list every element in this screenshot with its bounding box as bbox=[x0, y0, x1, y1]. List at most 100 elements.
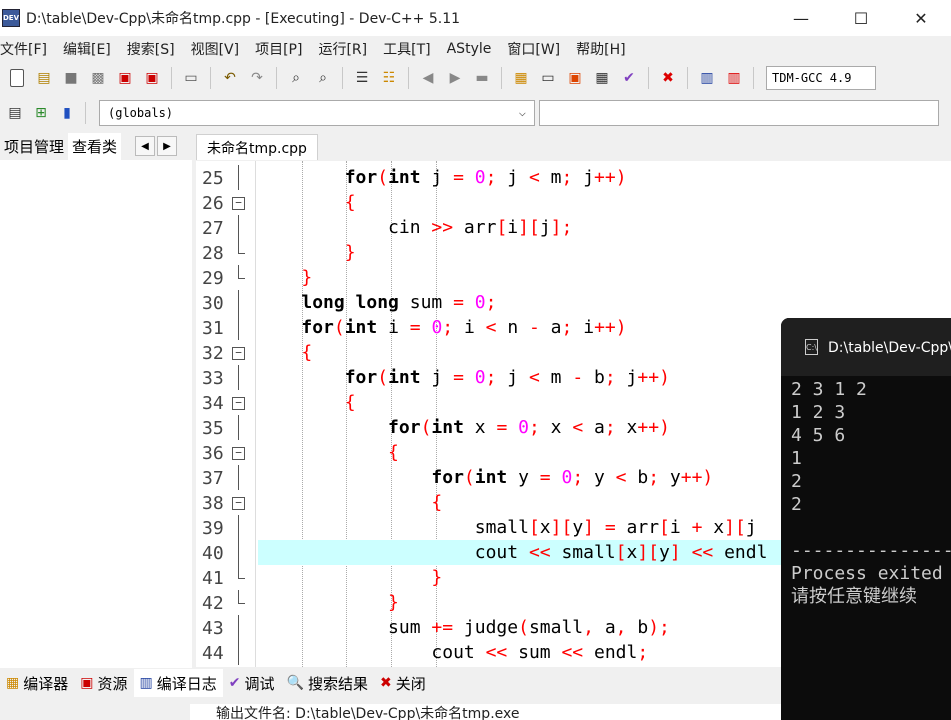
minimize-button[interactable]: — bbox=[771, 0, 831, 36]
maximize-button[interactable]: ☐ bbox=[831, 0, 891, 36]
console-window[interactable]: C:\ D:\table\Dev-Cpp\未命名tmp.exe 2 3 1 21… bbox=[781, 318, 951, 720]
line-number-row: 40 bbox=[196, 540, 256, 565]
add-to-project-icon[interactable]: ⊞ bbox=[30, 102, 52, 124]
undo-icon[interactable]: ↶ bbox=[219, 67, 241, 89]
fold-toggle-icon[interactable]: − bbox=[232, 497, 245, 510]
console-output[interactable]: 2 3 1 21 2 34 5 6122 -------------------… bbox=[781, 376, 951, 608]
code-token: endl bbox=[583, 642, 638, 663]
print-icon[interactable]: ▭ bbox=[180, 67, 202, 89]
menu-project[interactable]: 项目[P] bbox=[255, 39, 310, 59]
code-token: arr bbox=[615, 517, 660, 538]
fold-toggle-icon[interactable]: − bbox=[232, 347, 245, 360]
menu-edit[interactable]: 编辑[E] bbox=[63, 39, 119, 59]
tab-close[interactable]: ✖ 关闭 bbox=[374, 669, 432, 697]
save-all-icon[interactable]: ▩ bbox=[87, 67, 109, 89]
toolbar-separator bbox=[85, 102, 86, 124]
code-line[interactable]: for(int j = 0; j < m; j++) bbox=[258, 165, 951, 190]
delete-profile-icon[interactable]: ▥ bbox=[723, 67, 745, 89]
close-file-icon[interactable]: ▣ bbox=[114, 67, 136, 89]
menu-file[interactable]: 文件[F] bbox=[0, 39, 55, 59]
line-number: 43 bbox=[202, 618, 224, 639]
bookmark-next-icon[interactable]: ▶ bbox=[444, 67, 466, 89]
close-all-icon[interactable]: ▣ bbox=[141, 67, 163, 89]
code-token: ][ bbox=[518, 217, 540, 238]
tab-project-manager[interactable]: 项目管理 bbox=[0, 133, 68, 160]
bookmark-prev-icon[interactable]: ◀ bbox=[417, 67, 439, 89]
indent-icon[interactable]: ☰ bbox=[351, 67, 373, 89]
search-results-icon: 🔍 bbox=[286, 675, 304, 691]
close-button[interactable]: ✕ bbox=[891, 0, 951, 36]
tab-class-browser[interactable]: 查看类 bbox=[68, 132, 122, 160]
line-number-row: 34− bbox=[196, 390, 256, 415]
code-token: = bbox=[409, 317, 421, 338]
devcpp-app-icon[interactable]: DEV bbox=[2, 9, 20, 27]
tab-scroll-right-icon[interactable]: ▶ bbox=[157, 136, 178, 156]
fold-toggle-icon[interactable]: − bbox=[232, 397, 245, 410]
menu-run[interactable]: 运行[R] bbox=[318, 39, 375, 59]
console-title-bar[interactable]: C:\ D:\table\Dev-Cpp\未命名tmp.exe bbox=[781, 318, 951, 376]
code-token: 0 bbox=[518, 417, 529, 438]
remove-from-project-icon[interactable]: ▮ bbox=[56, 102, 78, 124]
tab-debug[interactable]: ✔ 调试 bbox=[223, 669, 281, 697]
redo-icon[interactable]: ↷ bbox=[246, 67, 268, 89]
find-icon[interactable]: ⌕ bbox=[285, 67, 307, 89]
code-token: for bbox=[431, 467, 464, 488]
syntax-check-icon[interactable]: ✔ bbox=[618, 67, 640, 89]
toolbar-separator bbox=[408, 67, 409, 89]
tab-scroll-left-icon[interactable]: ◀ bbox=[135, 136, 156, 156]
open-file-icon[interactable]: ▤ bbox=[33, 67, 55, 89]
code-token: << bbox=[485, 642, 508, 663]
run-icon[interactable]: ▭ bbox=[537, 67, 559, 89]
tab-source-file[interactable]: 未命名tmp.cpp bbox=[196, 134, 318, 160]
menu-astyle[interactable]: AStyle bbox=[447, 41, 500, 57]
replace-icon[interactable]: ⌕ bbox=[312, 67, 334, 89]
tab-resources[interactable]: ▣ 资源 bbox=[74, 669, 133, 697]
scope-select[interactable]: (globals) ⌵ bbox=[99, 100, 535, 126]
save-icon[interactable]: ■ bbox=[60, 67, 82, 89]
line-number-row: 41 bbox=[196, 565, 256, 590]
compile-icon[interactable]: ▦ bbox=[510, 67, 532, 89]
menu-search[interactable]: 搜索[S] bbox=[127, 39, 183, 59]
bookmark-toggle-icon[interactable]: ▬ bbox=[471, 67, 493, 89]
profile-chart-icon[interactable]: ▥ bbox=[696, 67, 718, 89]
compile-run-icon[interactable]: ▣ bbox=[564, 67, 586, 89]
compiler-select[interactable]: TDM-GCC 4.9 bbox=[766, 66, 876, 90]
toolbar-separator bbox=[171, 67, 172, 89]
line-number-row: 38− bbox=[196, 490, 256, 515]
chevron-down-icon[interactable]: ⌵ bbox=[519, 105, 526, 119]
fold-toggle-icon[interactable]: − bbox=[232, 447, 245, 460]
tab-search-results-label: 搜索结果 bbox=[307, 674, 368, 693]
code-line[interactable]: } bbox=[258, 240, 951, 265]
unindent-icon[interactable]: ☷ bbox=[378, 67, 400, 89]
line-number-row: 29 bbox=[196, 265, 256, 290]
code-token: y bbox=[583, 467, 616, 488]
rebuild-all-icon[interactable]: ▦ bbox=[591, 67, 613, 89]
function-select[interactable] bbox=[539, 100, 939, 126]
code-token: m bbox=[539, 367, 573, 388]
code-line[interactable]: { bbox=[258, 190, 951, 215]
code-token: { bbox=[431, 492, 443, 513]
code-line[interactable]: } bbox=[258, 265, 951, 290]
clean-icon[interactable]: ✖ bbox=[657, 67, 679, 89]
code-token: } bbox=[301, 267, 313, 288]
code-token: for bbox=[344, 367, 378, 388]
new-file-icon[interactable] bbox=[10, 69, 24, 87]
code-token: small bbox=[550, 542, 616, 563]
class-browser-tree[interactable] bbox=[0, 160, 192, 668]
menu-window[interactable]: 窗口[W] bbox=[507, 39, 568, 59]
menu-tools[interactable]: 工具[T] bbox=[383, 39, 438, 59]
code-token: ; bbox=[648, 467, 660, 488]
code-token: 0 bbox=[474, 367, 486, 388]
menu-help[interactable]: 帮助[H] bbox=[576, 39, 633, 59]
tab-compiler[interactable]: ▦ 编译器 bbox=[0, 669, 74, 697]
fold-toggle-icon[interactable]: − bbox=[232, 197, 245, 210]
code-line[interactable]: cin >> arr[i][j]; bbox=[258, 215, 951, 240]
menu-view[interactable]: 视图[V] bbox=[191, 39, 248, 59]
tab-search-results[interactable]: 🔍 搜索结果 bbox=[281, 669, 374, 697]
new-project-icon[interactable]: ▤ bbox=[4, 102, 26, 124]
tab-compile-log[interactable]: ▥ 编译日志 bbox=[133, 669, 223, 697]
code-line[interactable]: long long sum = 0; bbox=[258, 290, 951, 315]
code-token: ( bbox=[420, 417, 432, 438]
